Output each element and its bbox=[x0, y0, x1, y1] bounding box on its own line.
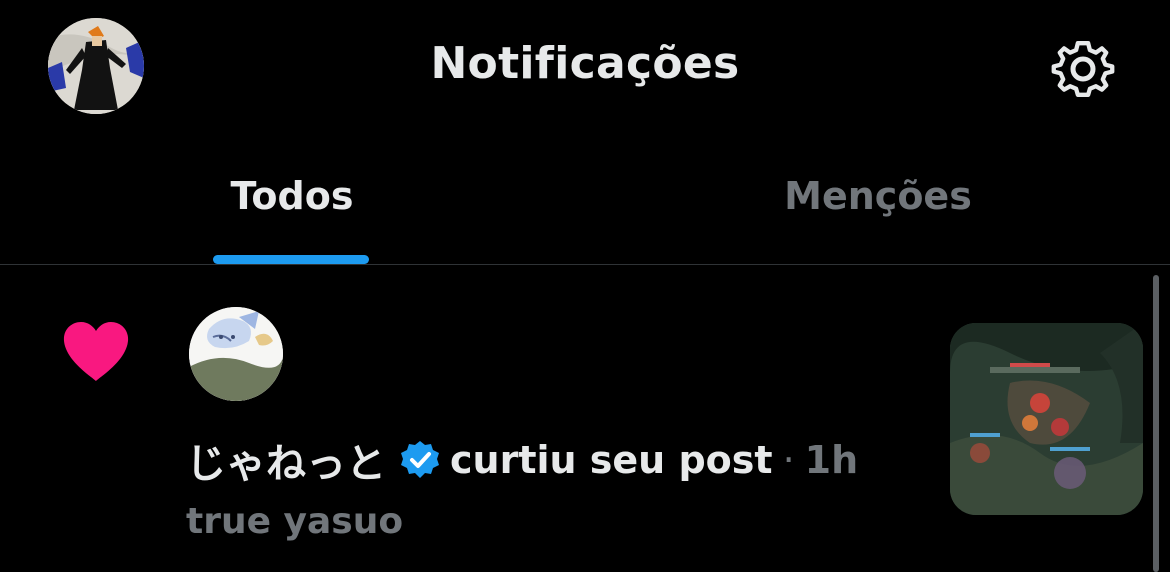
tab-todos[interactable]: Todos bbox=[176, 174, 408, 218]
game-screenshot-image bbox=[950, 323, 1143, 515]
timestamp: 1h bbox=[804, 438, 859, 482]
active-tab-indicator bbox=[213, 255, 369, 264]
post-preview-text: true yasuo bbox=[186, 501, 404, 542]
notification-item[interactable]: じゃねっと curtiu seu post · 1h true yasuo bbox=[0, 265, 1170, 572]
notification-text: じゃねっと curtiu seu post · 1h bbox=[186, 435, 859, 487]
user-avatar[interactable] bbox=[189, 307, 283, 401]
user-avatar-image bbox=[189, 307, 283, 401]
top-bar: Notificações bbox=[0, 0, 1170, 134]
tab-mencoes[interactable]: Menções bbox=[740, 174, 1016, 218]
separator-dot: · bbox=[782, 438, 795, 482]
gear-icon[interactable] bbox=[1049, 35, 1117, 103]
notification-tabs: Todos Menções bbox=[0, 134, 1170, 264]
verified-badge-icon bbox=[400, 440, 440, 480]
username[interactable]: じゃねっと bbox=[186, 431, 386, 489]
post-thumbnail[interactable] bbox=[950, 323, 1143, 515]
heart-icon bbox=[62, 321, 130, 383]
notification-action: curtiu seu post bbox=[450, 438, 773, 482]
page-title: Notificações bbox=[430, 38, 740, 89]
scrollbar[interactable] bbox=[1153, 275, 1159, 572]
